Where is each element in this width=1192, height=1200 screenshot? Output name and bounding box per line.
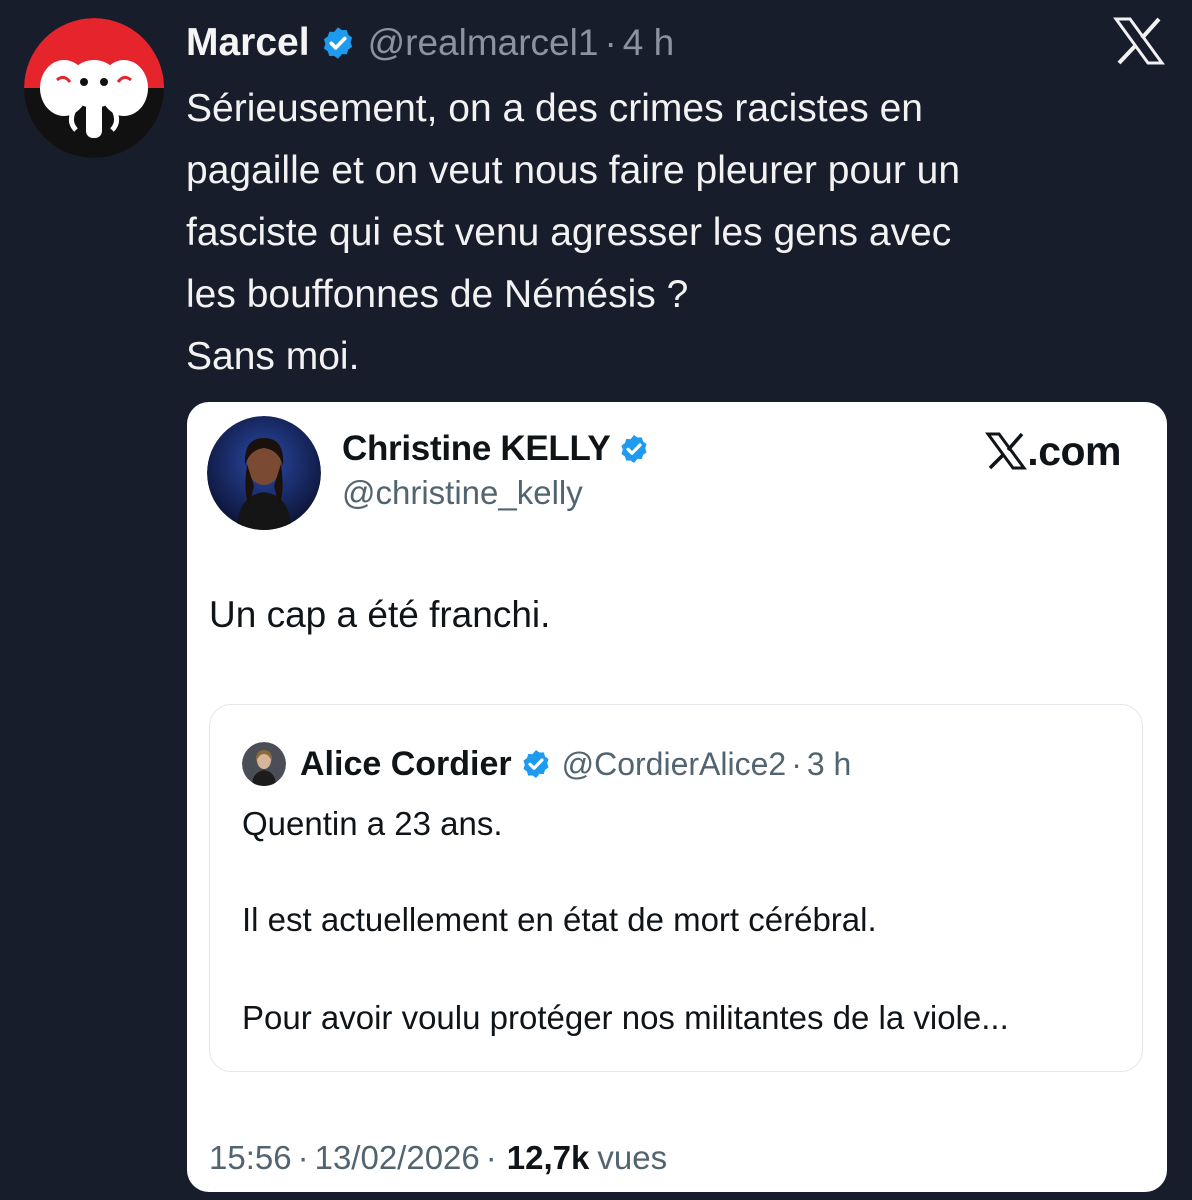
separator-dot: ·: [485, 1139, 497, 1176]
profile-photo-icon: [207, 416, 321, 530]
tweet-text-line: pagaille et on veut nous faire pleurer p…: [186, 149, 961, 192]
quoted-tweet-line: Il est actuellement en état de mort céré…: [242, 901, 877, 938]
author-avatar[interactable]: [24, 18, 164, 158]
author-handle[interactable]: @realmarcel1: [368, 22, 599, 64]
tweet-text-line: fasciste qui est venu agresser les gens …: [186, 211, 952, 254]
elephant-logo-icon: [24, 18, 164, 158]
separator-dot: ·: [791, 745, 802, 782]
embedded-author-name[interactable]: Christine KELLY: [342, 429, 611, 469]
tweet-text: Sérieusement, on a des crimes racistes e…: [186, 78, 1176, 388]
brand-domain: .com: [1027, 427, 1121, 474]
embedded-tweet-text: Un cap a été franchi.: [209, 594, 551, 635]
quoted-tweet[interactable]: Alice Cordier @CordierAlice2 · 3 h Quent…: [209, 704, 1143, 1072]
quoted-author-avatar[interactable]: [242, 742, 286, 786]
quoted-author-name[interactable]: Alice Cordier: [300, 745, 512, 784]
views-label: vues: [597, 1139, 668, 1176]
tweet-meta-footer: 15:56 · 13/02/2026 · 12,7k vues: [209, 1136, 667, 1180]
tweet-text-line: Sérieusement, on a des crimes racistes e…: [186, 87, 924, 130]
tweet-time[interactable]: 4 h: [623, 22, 674, 64]
verified-badge-icon: [323, 27, 352, 59]
embedded-tweet-card[interactable]: Christine KELLY @christine_kelly .com Un…: [187, 402, 1167, 1192]
quoted-author-handle[interactable]: @CordierAlice2: [562, 746, 787, 783]
profile-photo-icon: [242, 742, 286, 786]
quoted-tweet-line: Pour avoir voulu protéger nos militantes…: [242, 999, 1009, 1036]
quoted-tweet-header: Alice Cordier @CordierAlice2 · 3 h: [242, 741, 851, 787]
tweet-text-line: Sans moi.: [186, 335, 360, 378]
separator-dot: ·: [604, 22, 617, 63]
tweet-text-line: les bouffonnes de Némésis ?: [186, 273, 689, 316]
x-logo-icon[interactable]: [1112, 16, 1166, 66]
embedded-author-handle[interactable]: @christine_kelly: [342, 474, 583, 512]
views-count[interactable]: 12,7k: [507, 1139, 590, 1177]
post-date[interactable]: 13/02/2026: [315, 1139, 480, 1177]
post-time[interactable]: 15:56: [209, 1139, 292, 1177]
embedded-author-avatar[interactable]: [207, 416, 321, 530]
tweet-header: Marcel @realmarcel1 · 4 h: [186, 18, 674, 68]
x-dot-com-logo: .com: [985, 428, 1121, 474]
embedded-author-header: Christine KELLY: [342, 426, 650, 472]
author-name[interactable]: Marcel: [186, 21, 310, 65]
verified-badge-icon: [621, 435, 647, 463]
quoted-tweet-time[interactable]: 3 h: [807, 746, 851, 783]
x-logo-icon: [985, 432, 1028, 470]
quoted-tweet-line: Quentin a 23 ans.: [242, 805, 503, 842]
separator-dot: ·: [297, 1139, 309, 1176]
verified-badge-icon: [523, 750, 549, 778]
